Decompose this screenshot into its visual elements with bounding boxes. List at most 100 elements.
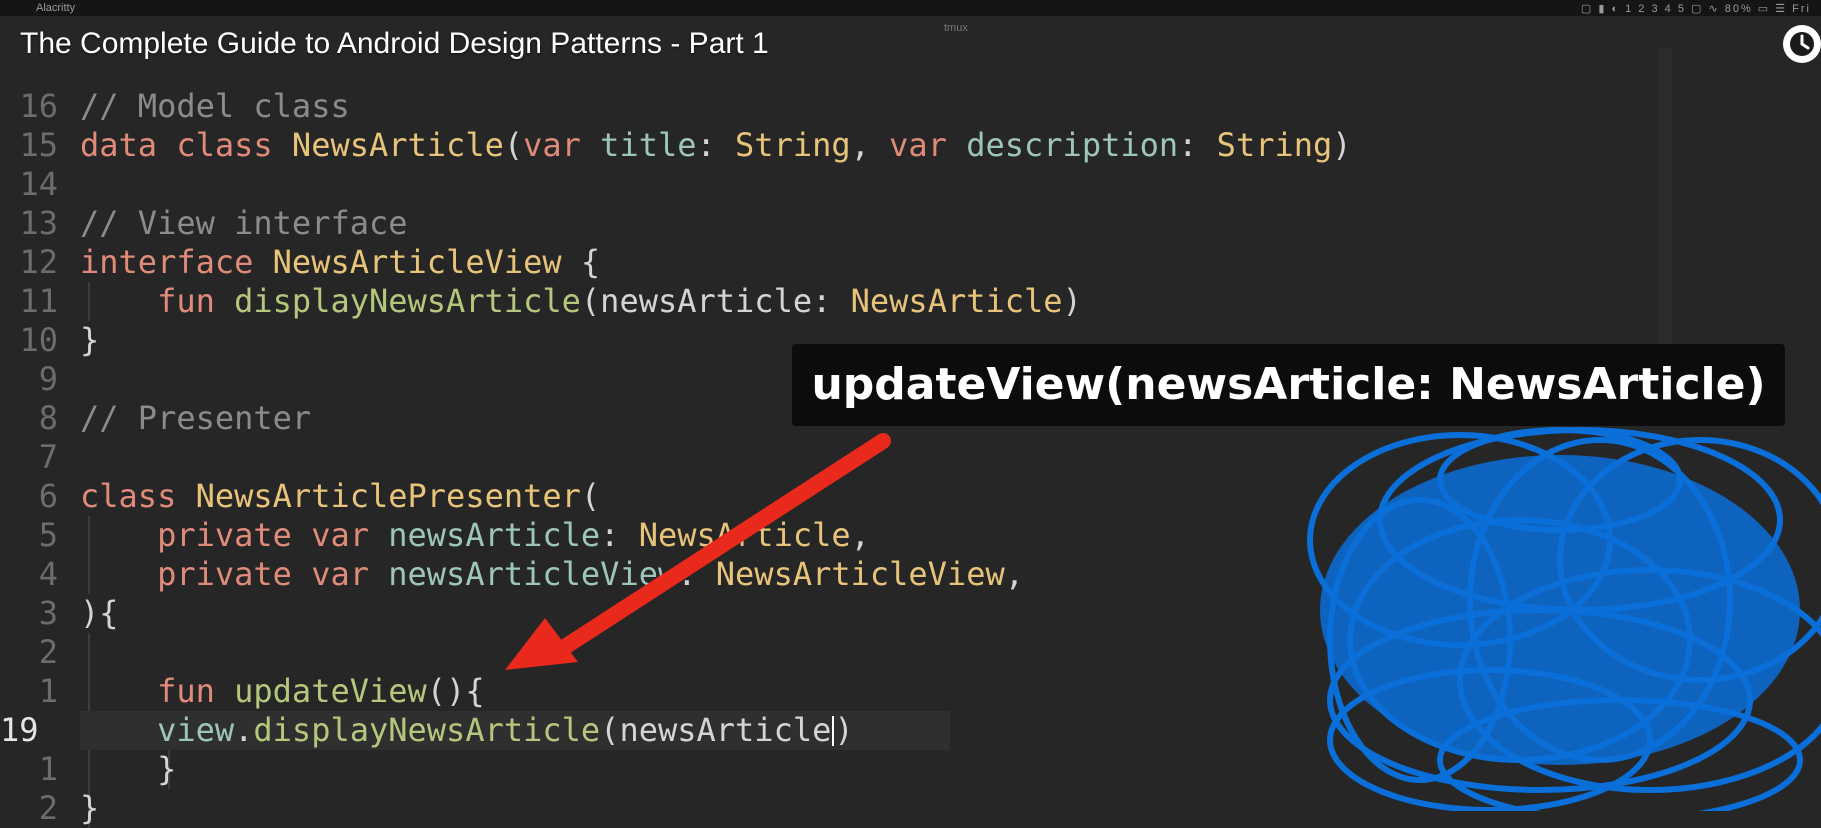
line-number: 9 — [38, 360, 58, 398]
code-token: displayNewsArticle — [234, 282, 581, 320]
code-text: fun displayNewsArticle(newsArticle: News… — [80, 282, 1082, 321]
code-line[interactable]: 6 class NewsArticlePresenter( — [0, 477, 1700, 516]
code-token: ) — [1062, 282, 1082, 320]
code-line[interactable]: 15 data class NewsArticle(var title: Stri… — [0, 126, 1700, 165]
method-signature-callout: updateView(newsArticle: NewsArticle) — [792, 344, 1785, 426]
line-number: 1 — [38, 750, 58, 788]
line-number: 2 — [38, 633, 58, 671]
code-token: interface — [80, 243, 273, 281]
app-name: Alacritty — [36, 2, 76, 14]
code-token: ( — [503, 126, 524, 164]
code-text: // Model class — [80, 87, 350, 126]
code-text: fun updateView(){ — [80, 672, 485, 711]
code-token: var — [889, 126, 967, 164]
code-token: data class — [80, 126, 292, 164]
line-number: 16 — [19, 87, 58, 125]
line-number: 5 — [38, 516, 58, 554]
code-line[interactable]: 1 fun updateView(){ — [0, 672, 1700, 711]
line-number: 10 — [19, 321, 58, 359]
code-token: private var — [80, 555, 389, 593]
code-token: ) — [834, 711, 854, 749]
code-text: ){ — [80, 594, 119, 633]
code-text: // Presenter — [80, 399, 311, 438]
code-line[interactable]: 2} — [0, 789, 1700, 828]
code-line[interactable]: 3 ){ — [0, 594, 1700, 633]
clock-icon — [1790, 32, 1814, 56]
line-number: 11 — [19, 282, 58, 320]
line-number: 7 — [38, 438, 58, 476]
code-text: interface NewsArticleView { — [80, 243, 600, 282]
code-token: newsArticleView — [388, 555, 678, 593]
line-number: 4 — [38, 555, 58, 593]
code-token: String — [1216, 126, 1333, 164]
code-line[interactable]: 1 } — [0, 750, 1700, 789]
macos-menubar: Alacritty ▢ ▮ ◐ 1 2 3 4 5 ▢ ∿ 80% ▭ ☰ Fr… — [0, 0, 1821, 16]
code-text: private var newsArticleView: NewsArticle… — [80, 555, 1024, 594]
line-number: 3 — [38, 594, 58, 632]
code-text: } — [80, 789, 99, 828]
code-token: } — [80, 789, 100, 827]
code-token: NewsArticlePresenter — [195, 477, 581, 515]
code-token: { — [561, 243, 601, 281]
code-line[interactable]: 5 private var newsArticle: NewsArticle, — [0, 516, 1700, 555]
code-token: view — [80, 711, 235, 749]
code-token: description — [966, 126, 1179, 164]
video-title: The Complete Guide to Android Design Pat… — [20, 27, 769, 60]
code-token: displayNewsArticle — [253, 711, 601, 749]
line-number: 8 — [38, 399, 58, 437]
video-frame: Alacritty ▢ ▮ ◐ 1 2 3 4 5 ▢ ∿ 80% ▭ ☰ Fr… — [0, 0, 1821, 828]
watch-later-button[interactable] — [1783, 25, 1821, 63]
code-token: : — [600, 516, 639, 554]
code-text: view.displayNewsArticle(newsArticle) — [80, 711, 854, 750]
code-line[interactable]: 13 // View interface — [0, 204, 1700, 243]
code-token: ){ — [80, 594, 119, 632]
code-line[interactable]: 2 — [0, 633, 1700, 672]
code-line[interactable]: 14 — [0, 165, 1700, 204]
code-line[interactable]: 19 view.displayNewsArticle(newsArticle) — [0, 711, 1700, 750]
code-token: , — [850, 126, 890, 164]
code-text: // View interface — [80, 204, 408, 243]
line-number: 14 — [19, 165, 58, 203]
code-line[interactable]: 16 // Model class — [0, 87, 1700, 126]
code-token: ( — [580, 282, 601, 320]
code-token: } — [80, 321, 100, 359]
code-token: ( — [580, 477, 601, 515]
code-token: var — [523, 126, 601, 164]
code-token: newsArticle — [619, 711, 832, 749]
code-text: } — [80, 321, 99, 360]
code-token: fun — [80, 672, 235, 710]
code-line[interactable]: 4 private var newsArticleView: NewsArtic… — [0, 555, 1700, 594]
code-text: data class NewsArticle(var title: String… — [80, 126, 1352, 165]
line-number: 1 — [38, 672, 58, 710]
code-token: NewsArticle — [638, 516, 851, 554]
code-token: NewsArticleView — [272, 243, 562, 281]
code-token: newsArticle — [388, 516, 601, 554]
code-token: ( — [600, 711, 620, 749]
code-line[interactable]: 11 fun displayNewsArticle(newsArticle: N… — [0, 282, 1700, 321]
line-number: 15 — [19, 126, 58, 164]
line-number: 19 — [0, 711, 39, 749]
code-text: private var newsArticle: NewsArticle, — [80, 516, 870, 555]
code-token: // Model class — [80, 87, 350, 125]
code-token: : — [812, 282, 851, 320]
code-text: class NewsArticlePresenter( — [80, 477, 600, 516]
line-number: 2 — [38, 789, 58, 827]
code-token: (){ — [426, 672, 485, 710]
line-number: 12 — [19, 243, 58, 281]
code-text: } — [80, 750, 176, 789]
tmux-label: tmux — [944, 22, 968, 34]
code-line[interactable]: 12 interface NewsArticleView { — [0, 243, 1700, 282]
code-token: // Presenter — [80, 399, 312, 437]
line-number: 6 — [38, 477, 58, 515]
code-editor[interactable]: 16// Model class 15 data class NewsArticle… — [0, 64, 1821, 828]
code-token: // View interface — [80, 204, 408, 242]
code-token: : — [696, 126, 736, 164]
code-token: ) — [1332, 126, 1352, 164]
status-tray: ▢ ▮ ◐ 1 2 3 4 5 ▢ ∿ 80% ▭ ☰ Fri — [1580, 3, 1811, 15]
code-token: private var — [80, 516, 389, 554]
code-token: NewsArticle — [850, 282, 1063, 320]
code-token: : — [1178, 126, 1217, 164]
code-line[interactable]: 7 — [0, 438, 1700, 477]
code-token: . — [234, 711, 254, 749]
code-token: NewsArticle — [291, 126, 504, 164]
